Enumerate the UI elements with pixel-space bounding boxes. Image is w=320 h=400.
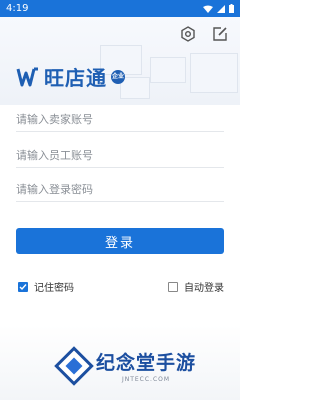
decor-box (190, 53, 238, 93)
wifi-icon (203, 5, 213, 13)
signal-icon (217, 4, 225, 13)
watermark-title: 纪念堂手游 (96, 352, 197, 374)
battery-icon (229, 4, 234, 13)
watermark: 纪念堂手游 JNTECC.COM (54, 345, 197, 386)
status-time: 4:19 (6, 3, 29, 14)
logo-badge: 企业 (111, 69, 125, 84)
seller-account-field (16, 108, 224, 132)
header-actions (180, 26, 228, 42)
seller-account-input[interactable] (16, 108, 224, 131)
watermark-logo-icon (54, 345, 94, 386)
auto-login-checkbox[interactable] (168, 281, 178, 292)
remember-password-label: 记住密码 (34, 283, 74, 294)
auto-login-option[interactable]: 自动登录 (168, 279, 224, 294)
check-icon (19, 283, 27, 290)
login-button[interactable]: 登录 (16, 228, 224, 254)
status-bar: 4:19 (0, 0, 240, 17)
settings-icon[interactable] (180, 26, 196, 42)
employee-account-input[interactable] (16, 144, 224, 167)
password-input[interactable] (16, 178, 224, 201)
status-icons (203, 4, 234, 13)
logo-mark-icon (16, 67, 38, 86)
login-screen: 4:19 旺店通 企业 请输入卖家账号 请输入员工账号 登录 记住密码 自动登录… (0, 0, 240, 400)
watermark-subtitle: JNTECC.COM (121, 376, 171, 383)
password-field (16, 178, 224, 202)
app-logo: 旺店通 企业 (16, 62, 125, 91)
edit-icon[interactable] (212, 26, 228, 42)
remember-password-option[interactable]: 记住密码 (18, 279, 74, 294)
employee-account-field (16, 144, 224, 168)
decor-box (150, 57, 186, 83)
logo-text: 旺店通 (44, 66, 107, 90)
auto-login-label: 自动登录 (184, 283, 224, 294)
remember-password-checkbox[interactable] (18, 281, 28, 292)
